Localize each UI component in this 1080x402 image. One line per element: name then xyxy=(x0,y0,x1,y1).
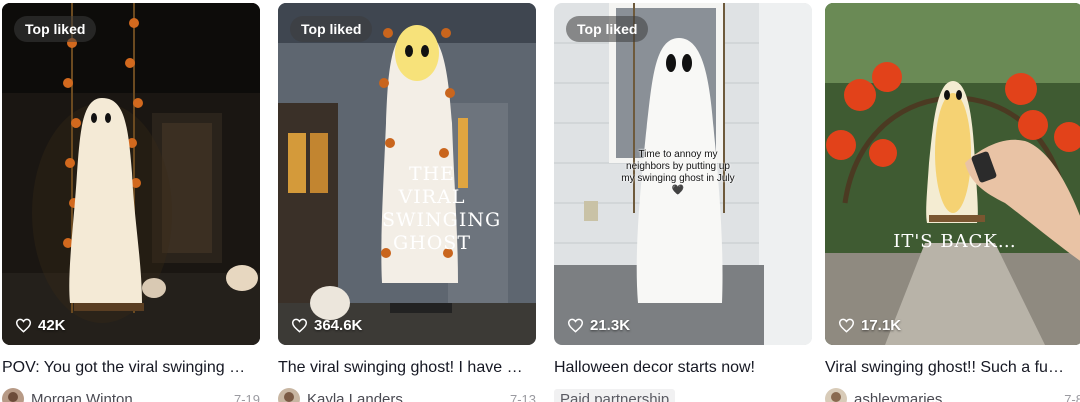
video-grid: Top liked 42K POV: You got the viral swi… xyxy=(0,0,1080,402)
video-card[interactable]: IT'S BACK… 17.1K Viral swinging ghost!! … xyxy=(825,3,1080,402)
video-caption[interactable]: The viral swinging ghost! I have … xyxy=(278,358,528,378)
heart-outline-icon xyxy=(838,318,855,333)
like-count-value: 42K xyxy=(38,317,66,334)
heart-outline-icon xyxy=(15,318,32,333)
like-count: 17.1K xyxy=(838,317,901,334)
like-count-value: 17.1K xyxy=(861,317,902,334)
paid-partnership-label: Paid partnership xyxy=(554,388,676,402)
like-count-value: 364.6K xyxy=(314,317,363,334)
author-name[interactable]: Kayla Landers xyxy=(307,391,504,402)
video-overlay-text: IT'S BACK… xyxy=(893,231,1017,252)
post-date: 7-8 xyxy=(1064,391,1080,402)
like-count: 42K xyxy=(15,317,66,334)
thumbnail-image xyxy=(2,3,260,345)
video-thumbnail[interactable]: Top liked THE VIRAL SWINGING GHOST 364.6… xyxy=(278,3,536,345)
post-date: 7-19 xyxy=(233,391,260,402)
like-count-value: 21.3K xyxy=(590,317,631,334)
video-caption[interactable]: POV: You got the viral swinging ghost… xyxy=(2,358,252,378)
author-name[interactable]: ashleymaries… xyxy=(854,391,1058,402)
heart-outline-icon xyxy=(291,318,308,333)
video-card[interactable]: Top liked 42K POV: You got the viral swi… xyxy=(2,3,260,402)
video-thumbnail[interactable]: IT'S BACK… 17.1K xyxy=(825,3,1080,345)
avatar[interactable] xyxy=(278,388,300,402)
avatar[interactable] xyxy=(2,388,24,402)
like-count: 364.6K xyxy=(291,317,362,334)
author-row: Paid partnership xyxy=(554,388,812,402)
video-card[interactable]: Top liked THE VIRAL SWINGING GHOST 364.6… xyxy=(278,3,536,402)
post-date: 7-13 xyxy=(509,391,536,402)
author-row: Kayla Landers 7-13 xyxy=(278,388,536,402)
top-liked-badge: Top liked xyxy=(290,16,373,42)
author-row: Morgan Winton 7-19 xyxy=(2,388,260,402)
video-overlay-text: THE VIRAL SWINGING GHOST xyxy=(382,163,502,254)
top-liked-badge: Top liked xyxy=(14,16,97,42)
like-count: 21.3K xyxy=(567,317,630,334)
video-thumbnail[interactable]: Top liked Time to annoy my neighbors by … xyxy=(554,3,812,345)
video-card[interactable]: Top liked Time to annoy my neighbors by … xyxy=(554,3,812,402)
top-liked-badge: Top liked xyxy=(566,16,649,42)
heart-outline-icon xyxy=(567,318,584,333)
video-overlay-text: Time to annoy my neighbors by putting up… xyxy=(621,149,735,196)
author-name[interactable]: Morgan Winton xyxy=(31,391,228,402)
avatar[interactable] xyxy=(825,388,847,402)
video-caption[interactable]: Halloween decor starts now! xyxy=(554,358,804,378)
video-thumbnail[interactable]: Top liked 42K xyxy=(2,3,260,345)
thumbnail-image xyxy=(825,3,1080,345)
video-caption[interactable]: Viral swinging ghost!! Such a fu… xyxy=(825,358,1077,378)
author-row: ashleymaries… 7-8 xyxy=(825,388,1080,402)
